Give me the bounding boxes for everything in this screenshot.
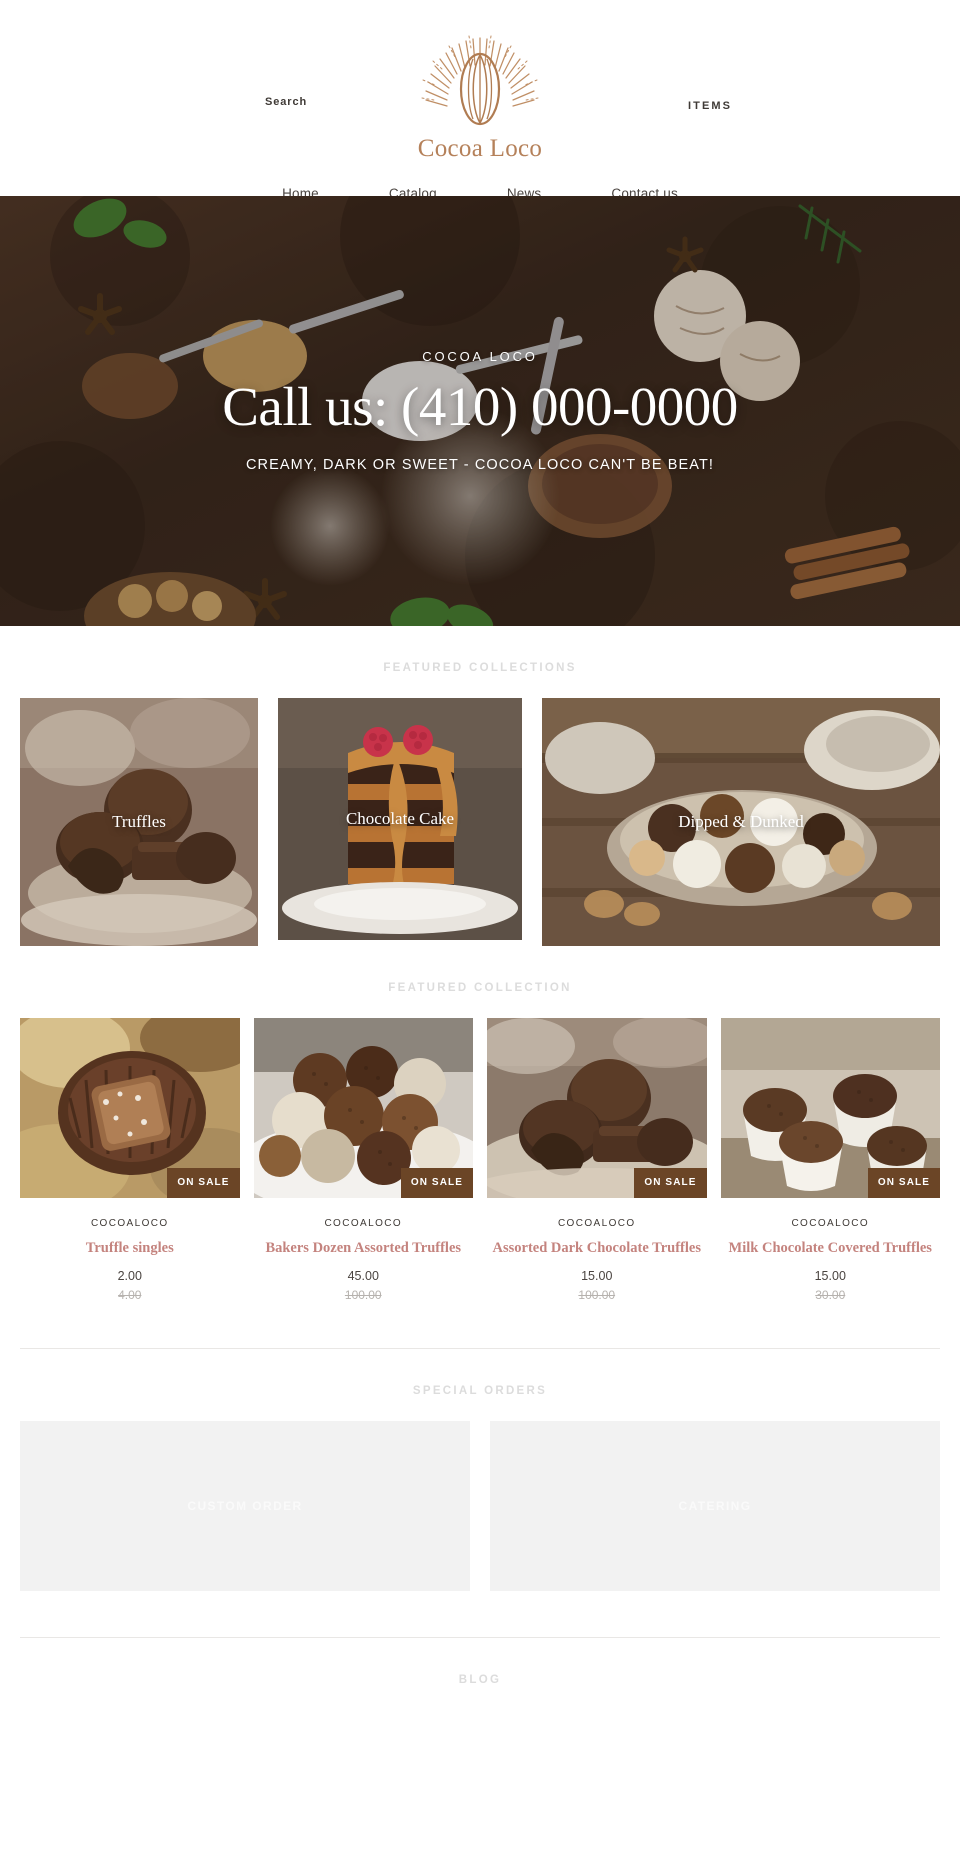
product-image-assorted-dark[interactable]: ON SALE: [487, 1018, 707, 1198]
product-compare-at-price: 30.00: [815, 1288, 846, 1303]
collection-label-chocolate-cake: Chocolate Cake: [345, 809, 455, 828]
product-title[interactable]: Milk Chocolate Covered Truffles: [721, 1240, 941, 1257]
product-vendor: COCOALOCO: [90, 1218, 169, 1229]
product-title[interactable]: Bakers Dozen Assorted Truffles: [254, 1240, 474, 1257]
product-card: ON SALE COCOALOCO Assorted Dark Chocolat…: [487, 1018, 707, 1302]
cart-items-link[interactable]: ITEMS: [688, 100, 732, 112]
product-image-truffle-singles[interactable]: ON SALE: [20, 1018, 240, 1198]
sale-badge: ON SALE: [167, 1167, 240, 1198]
special-order-label: CATERING: [678, 1499, 752, 1514]
product-card: ON SALE COCOALOCO Truffle singles 2.00 4…: [20, 1018, 240, 1302]
product-vendor: COCOALOCO: [324, 1218, 403, 1229]
hero-kicker: COCOA LOCO: [422, 348, 538, 364]
featured-collections-heading: FEATURED COLLECTIONS: [383, 662, 577, 674]
special-orders-heading: SPECIAL ORDERS: [412, 1385, 548, 1398]
product-title[interactable]: Truffle singles: [20, 1240, 240, 1257]
product-price: 15.00: [581, 1269, 613, 1284]
product-title[interactable]: Assorted Dark Chocolate Truffles: [487, 1240, 707, 1257]
sale-badge: ON SALE: [634, 1167, 707, 1198]
site-header: Search Cocoa Loco ITEMS Home Catalog New…: [0, 0, 960, 201]
product-compare-at-price: 100.00: [578, 1288, 616, 1303]
product-image-bakers-dozen[interactable]: ON SALE: [253, 1018, 473, 1198]
featured-collections-list: Truffles Chocolate Cake Dipped & Dunked: [0, 698, 960, 946]
product-image-milk-chocolate-covered[interactable]: ON SALE: [720, 1018, 940, 1198]
product-compare-at-price: 100.00: [344, 1288, 382, 1303]
product-card: ON SALE COCOALOCO Bakers Dozen Assorted …: [253, 1018, 474, 1303]
hero-title: Call us: (410) 000-0000: [222, 375, 738, 437]
product-price: 45.00: [347, 1269, 379, 1284]
collection-label-dipped-dunked: Dipped & Dunked: [678, 812, 804, 831]
hero-banner: COCOA LOCO Call us: (410) 000-0000 CREAM…: [0, 196, 960, 626]
site-logo[interactable]: Cocoa Loco: [405, 34, 555, 161]
search-link[interactable]: Search: [265, 96, 307, 108]
hero-content: COCOA LOCO Call us: (410) 000-0000 CREAM…: [0, 196, 960, 626]
collection-label-truffles: Truffles: [112, 812, 166, 831]
special-order-card-custom-order[interactable]: CUSTOM ORDER: [20, 1421, 470, 1592]
featured-collection-heading: FEATURED COLLECTION: [388, 982, 572, 994]
product-price: 15.00: [814, 1269, 846, 1284]
special-order-card-catering[interactable]: CATERING: [490, 1421, 940, 1592]
product-vendor: COCOALOCO: [791, 1218, 870, 1229]
collection-card-chocolate-cake[interactable]: Chocolate Cake: [278, 698, 522, 940]
product-grid: ON SALE COCOALOCO Truffle singles 2.00 4…: [0, 1018, 960, 1302]
product-price: 2.00: [117, 1269, 142, 1284]
product-vendor: COCOALOCO: [557, 1218, 636, 1229]
sale-badge: ON SALE: [400, 1167, 473, 1198]
collection-card-dipped-dunked[interactable]: Dipped & Dunked: [542, 698, 940, 946]
special-order-label: CUSTOM ORDER: [187, 1499, 303, 1514]
product-compare-at-price: 4.00: [118, 1288, 142, 1303]
product-card: ON SALE COCOALOCO Milk Chocolate Covered…: [720, 1018, 941, 1303]
homepage: Search Cocoa Loco ITEMS Home Catalog New…: [0, 0, 960, 1696]
collection-card-truffles[interactable]: Truffles: [20, 698, 258, 946]
special-orders-list: CUSTOM ORDER CATERING: [0, 1421, 960, 1592]
sale-badge: ON SALE: [867, 1167, 940, 1198]
cocoa-pod-sunburst-icon: [405, 34, 555, 142]
hero-subtitle: CREAMY, DARK OR SWEET - COCOA LOCO CAN'T…: [245, 457, 715, 474]
blog-heading: BLOG: [458, 1674, 502, 1687]
brand-name: Cocoa Loco: [417, 135, 543, 162]
